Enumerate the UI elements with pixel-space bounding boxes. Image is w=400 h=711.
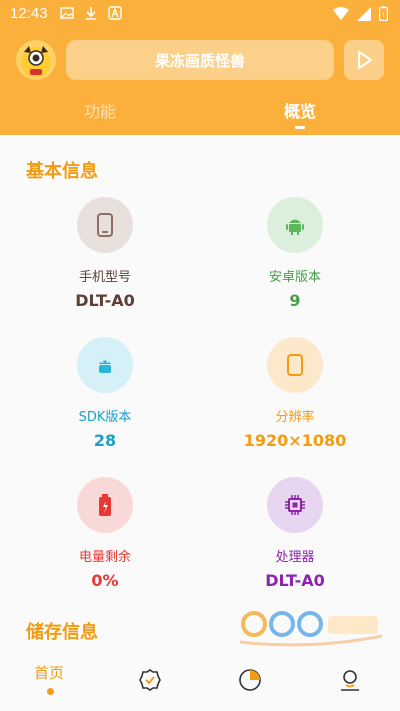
overview-content: 基本信息 手机型号 DLT-A0 安卓版本 9 SDK版本 28 分辨率 192… bbox=[0, 135, 400, 650]
bottom-navigation: 首页 bbox=[0, 650, 400, 711]
user-icon[interactable] bbox=[338, 668, 362, 692]
sdk-version-label: SDK版本 bbox=[78, 410, 132, 425]
app-title-bar[interactable]: 果冻画质怪兽 bbox=[66, 40, 334, 80]
battery-label: 电量剩余 bbox=[78, 550, 131, 565]
info-card-battery: 电量剩余 0% bbox=[15, 477, 195, 590]
download-icon bbox=[86, 7, 96, 20]
battery-status-icon: ! bbox=[379, 6, 388, 21]
image-icon bbox=[60, 7, 74, 19]
tab-functions[interactable]: 功能 bbox=[40, 98, 160, 122]
watermark-logo bbox=[239, 611, 383, 647]
signal-icon bbox=[357, 6, 371, 21]
wifi-icon bbox=[333, 6, 349, 20]
tab-overview[interactable]: 概览 bbox=[240, 98, 360, 122]
info-card-android-version: 安卓版本 9 bbox=[205, 197, 385, 310]
status-time: 12:43 bbox=[10, 5, 48, 22]
pie-chart-icon[interactable] bbox=[238, 668, 262, 692]
android-version-value: 9 bbox=[289, 291, 301, 310]
info-card-resolution: 分辨率 1920×1080 bbox=[205, 337, 385, 450]
nav-active-dot bbox=[47, 688, 54, 695]
android-robot-icon bbox=[77, 337, 133, 393]
status-right-icons: ! bbox=[333, 6, 388, 21]
start-button[interactable] bbox=[344, 40, 384, 80]
processor-value: DLT-A0 bbox=[265, 571, 325, 590]
screen-icon bbox=[267, 337, 323, 393]
phone-model-value: DLT-A0 bbox=[75, 291, 135, 310]
resolution-label: 分辨率 bbox=[275, 410, 315, 425]
phone-model-label: 手机型号 bbox=[78, 270, 131, 285]
badge-check-icon[interactable] bbox=[138, 668, 162, 692]
app-notification-icon bbox=[108, 6, 122, 20]
battery-value: 0% bbox=[91, 571, 119, 590]
tab-active-indicator bbox=[295, 126, 305, 129]
battery-icon bbox=[77, 477, 133, 533]
info-card-phone-model: 手机型号 DLT-A0 bbox=[15, 197, 195, 310]
processor-label: 处理器 bbox=[275, 550, 315, 565]
basic-info-title: 基本信息 bbox=[26, 161, 98, 182]
app-header: 12:43 ! 果冻画质怪兽 功能 概览 bbox=[0, 0, 400, 135]
phone-icon bbox=[77, 197, 133, 253]
android-version-label: 安卓版本 bbox=[268, 270, 321, 285]
app-logo bbox=[16, 40, 56, 80]
status-bar: 12:43 ! bbox=[0, 0, 400, 28]
svg-text:!: ! bbox=[382, 11, 385, 19]
storage-info-title: 储存信息 bbox=[26, 622, 98, 643]
info-card-processor: 处理器 DLT-A0 bbox=[205, 477, 385, 590]
chip-icon bbox=[267, 477, 323, 533]
sdk-version-value: 28 bbox=[93, 431, 117, 450]
nav-home[interactable]: 首页 bbox=[34, 662, 64, 683]
play-icon bbox=[358, 51, 372, 69]
resolution-value: 1920×1080 bbox=[243, 431, 347, 450]
info-card-sdk-version: SDK版本 28 bbox=[15, 337, 195, 450]
android-icon bbox=[267, 197, 323, 253]
